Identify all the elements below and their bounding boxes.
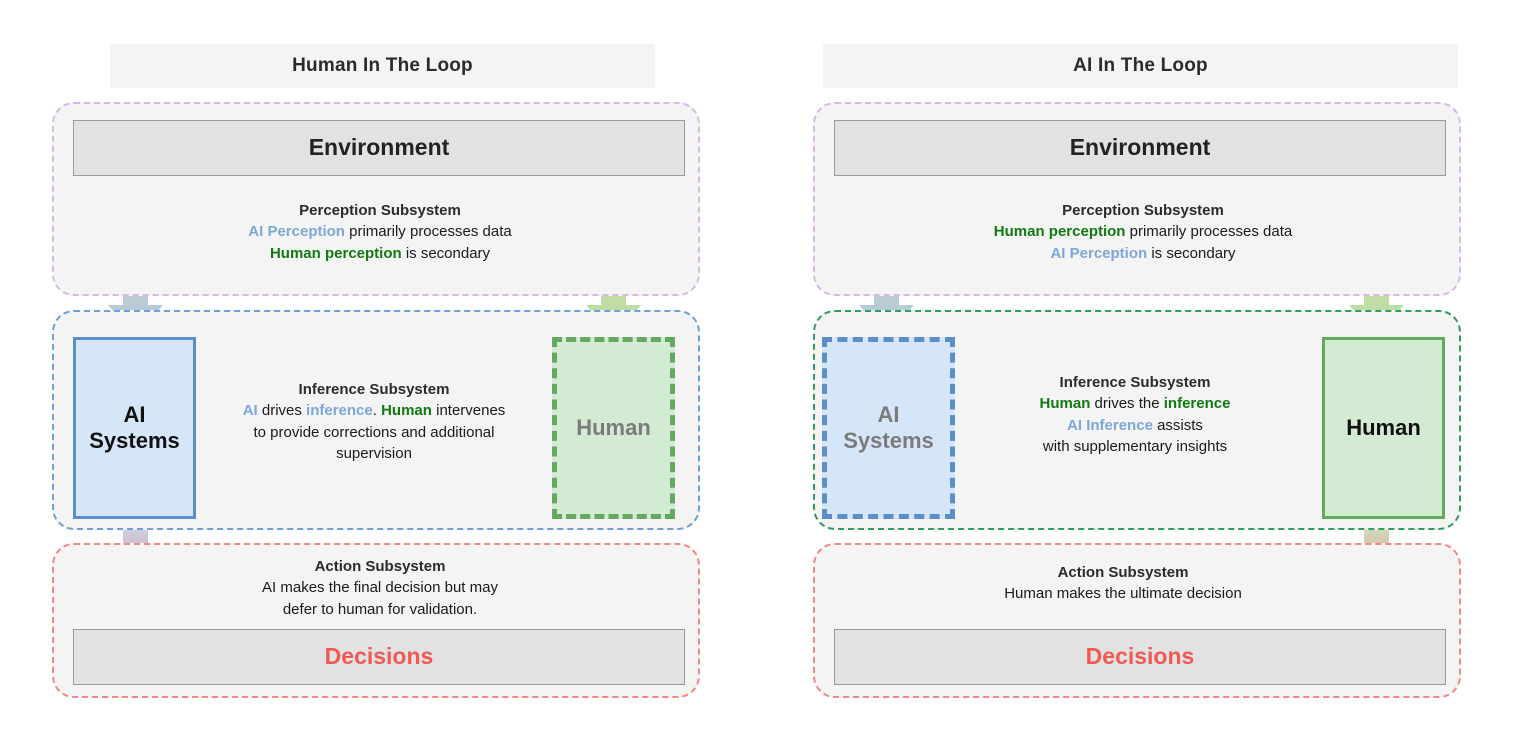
panel-title-left: Human In The Loop bbox=[110, 44, 655, 88]
inference-line-3-left: supervision bbox=[336, 444, 412, 462]
inference-caption-right: Inference Subsystem Human drives the inf… bbox=[965, 372, 1305, 457]
panel-title-right: AI In The Loop bbox=[823, 44, 1458, 88]
action-line-2-left: defer to human for validation. bbox=[282, 600, 478, 618]
action-heading-left: Action Subsystem bbox=[314, 558, 446, 575]
human-box-left: Human bbox=[552, 337, 675, 519]
ai-systems-label-left: AI Systems bbox=[89, 402, 180, 453]
inference-heading-right: Inference Subsystem bbox=[1059, 374, 1211, 391]
action-caption-left: Action Subsystem AI makes the final deci… bbox=[190, 556, 570, 620]
inference-caption-left: Inference Subsystem AI drives inference.… bbox=[206, 379, 542, 464]
environment-box-left: Environment bbox=[73, 120, 685, 176]
inference-heading-left: Inference Subsystem bbox=[298, 381, 450, 398]
perception-line-1-left: AI Perception primarily processes data bbox=[248, 223, 512, 241]
inference-line-3-right: with supplementary insights bbox=[1042, 437, 1228, 455]
panel-ai-in-the-loop: AI In The Loop Environment Perception Su… bbox=[763, 0, 1526, 744]
perception-line-2-right: AI Perception is secondary bbox=[1050, 244, 1236, 262]
inference-line-2-right: AI Inference assists bbox=[1067, 416, 1203, 434]
action-heading-right: Action Subsystem bbox=[1057, 564, 1189, 581]
ai-systems-label-right: AI Systems bbox=[843, 402, 934, 453]
action-line-1-left: AI makes the final decision but may bbox=[262, 579, 498, 597]
panel-human-in-the-loop: Human In The Loop Environment Perception… bbox=[0, 0, 763, 744]
perception-caption-right: Perception Subsystem Human perception pr… bbox=[898, 200, 1388, 264]
perception-heading-right: Perception Subsystem bbox=[1062, 202, 1224, 219]
ai-systems-box-right: AI Systems bbox=[822, 337, 955, 519]
action-line-1-right: Human makes the ultimate decision bbox=[1004, 585, 1242, 603]
decisions-box-right: Decisions bbox=[834, 629, 1446, 685]
perception-heading-left: Perception Subsystem bbox=[299, 202, 461, 219]
perception-line-1-right: Human perception primarily processes dat… bbox=[993, 223, 1293, 241]
inference-line-1-right: Human drives the inference bbox=[1039, 395, 1231, 413]
ai-systems-box-left: AI Systems bbox=[73, 337, 196, 519]
inference-line-2-left: to provide corrections and additional bbox=[253, 423, 495, 441]
action-caption-right: Action Subsystem Human makes the ultimat… bbox=[923, 562, 1323, 605]
diagram-canvas: Human In The Loop Environment Perception… bbox=[0, 0, 1526, 744]
perception-caption-left: Perception Subsystem AI Perception prima… bbox=[140, 200, 620, 264]
perception-line-2-left: Human perception is secondary bbox=[269, 244, 491, 262]
human-box-right: Human bbox=[1322, 337, 1445, 519]
decisions-box-left: Decisions bbox=[73, 629, 685, 685]
inference-line-1-left: AI drives inference. Human intervenes bbox=[242, 402, 506, 420]
environment-box-right: Environment bbox=[834, 120, 1446, 176]
